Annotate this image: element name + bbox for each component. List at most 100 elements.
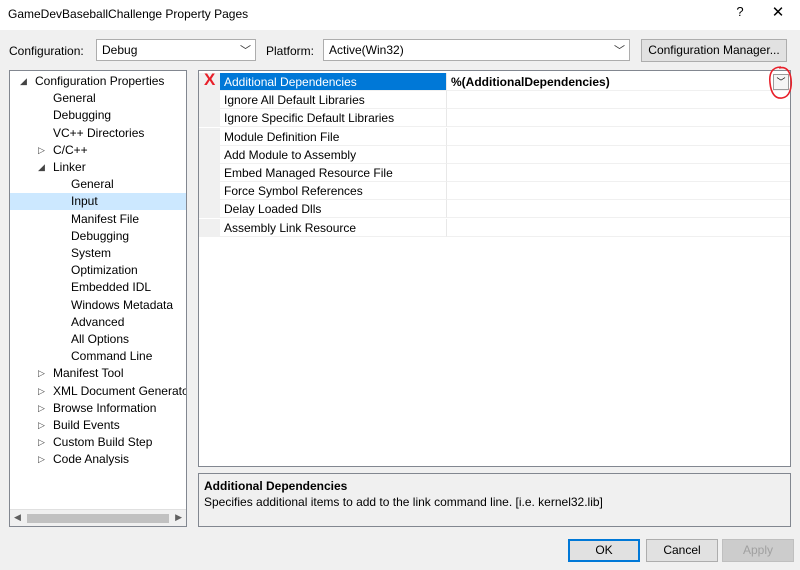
property-row[interactable]: Additional Dependencies %(AdditionalDepen… <box>199 73 790 91</box>
chevron-down-icon: ﹀ <box>614 45 625 57</box>
tree-item-label: Browse Information <box>53 400 157 415</box>
property-value[interactable] <box>446 127 790 146</box>
tree-item[interactable]: All Options <box>10 331 186 348</box>
property-name[interactable]: Embed Managed Resource File <box>220 164 446 182</box>
tree-item[interactable]: Advanced <box>10 314 186 331</box>
tree-item-label: Embedded IDL <box>71 280 152 295</box>
red-circle-annotation <box>768 66 793 99</box>
tree-item[interactable]: VC++ Directories <box>10 125 186 142</box>
collapsed-arrow-icon[interactable]: ▷ <box>38 142 45 159</box>
platform-select[interactable]: Active(Win32) ﹀ <box>323 39 630 61</box>
row-gutter <box>199 200 220 219</box>
expanded-arrow-icon[interactable]: ◢ <box>20 73 27 90</box>
tree-item[interactable]: ▷ Manifest Tool <box>10 365 186 382</box>
tree-item[interactable]: Command Line <box>10 348 186 365</box>
property-row[interactable]: Embed Managed Resource File <box>199 164 790 182</box>
property-name[interactable]: Additional Dependencies <box>220 73 446 91</box>
property-name[interactable]: Ignore Specific Default Libraries <box>220 109 446 128</box>
tree-item[interactable]: Debugging <box>10 107 186 124</box>
property-value[interactable] <box>446 164 790 182</box>
row-gutter <box>199 164 220 182</box>
property-grid[interactable]: Additional Dependencies %(AdditionalDepen… <box>198 66 793 467</box>
property-value[interactable] <box>446 182 790 201</box>
tree-item[interactable]: ◢ Configuration Properties <box>10 73 186 90</box>
configuration-value: Debug <box>102 43 138 57</box>
tree-item[interactable]: ▷ Browse Information <box>10 400 186 417</box>
configuration-label: Configuration: <box>9 44 84 58</box>
collapsed-arrow-icon[interactable]: ▷ <box>38 400 45 417</box>
property-row[interactable]: Add Module to Assembly <box>199 145 790 164</box>
property-name[interactable]: Add Module to Assembly <box>220 146 446 164</box>
property-value[interactable] <box>446 91 790 110</box>
property-row[interactable]: Module Definition File <box>199 127 790 146</box>
tree-item[interactable]: System <box>10 245 186 262</box>
property-row[interactable]: Ignore Specific Default Libraries <box>199 109 790 128</box>
tree-item-label: Optimization <box>71 263 138 278</box>
tree-item-label: XML Document Generator <box>53 383 187 398</box>
property-name[interactable]: Module Definition File <box>220 128 446 146</box>
apply-button[interactable]: Apply <box>722 539 794 562</box>
tree-item[interactable]: ▷ C/C++ <box>10 142 186 159</box>
configuration-select[interactable]: Debug ﹀ <box>96 39 256 61</box>
tree-item[interactable]: Embedded IDL <box>10 279 186 296</box>
tree-item[interactable]: ▷ Build Events <box>10 417 186 434</box>
row-gutter <box>199 91 220 110</box>
platform-value: Active(Win32) <box>329 43 404 57</box>
chevron-down-icon: ﹀ <box>240 45 251 57</box>
property-value[interactable] <box>446 145 790 164</box>
tree-item[interactable]: ▷ Custom Build Step <box>10 434 186 451</box>
tree-item-label: Manifest Tool <box>53 366 124 381</box>
tree-item-label: Linker <box>53 160 86 174</box>
scrollbar-thumb[interactable] <box>27 514 169 523</box>
property-row[interactable]: Force Symbol References <box>199 182 790 201</box>
ok-button[interactable]: OK <box>568 539 640 562</box>
tree-item[interactable]: Windows Metadata <box>10 297 186 314</box>
property-value[interactable] <box>446 218 790 237</box>
platform-label: Platform: <box>266 44 315 58</box>
expanded-arrow-icon[interactable]: ◢ <box>38 159 45 176</box>
tree-item[interactable]: General <box>10 90 186 107</box>
help-button[interactable]: ? <box>730 4 750 24</box>
row-gutter <box>199 127 220 146</box>
property-name[interactable]: Force Symbol References <box>220 182 446 201</box>
property-value[interactable]: %(AdditionalDependencies) <box>446 73 790 91</box>
row-gutter <box>199 218 220 237</box>
tree-item-label: Build Events <box>53 418 120 432</box>
tree-item[interactable]: Input <box>10 193 186 211</box>
tree-item-label: Windows Metadata <box>71 297 174 312</box>
tree-item-label: General <box>71 177 114 192</box>
tree-item[interactable]: ◢ Linker <box>10 159 186 176</box>
tree-item[interactable]: ▷ Code Analysis <box>10 451 186 468</box>
property-row[interactable]: Ignore All Default Libraries <box>199 91 790 110</box>
tree-item-label: Advanced <box>71 314 125 329</box>
property-row[interactable]: Delay Loaded Dlls <box>199 200 790 219</box>
tree-item[interactable]: Optimization <box>10 262 186 279</box>
tree-item[interactable]: Manifest File <box>10 211 186 228</box>
collapsed-arrow-icon[interactable]: ▷ <box>38 383 45 400</box>
tree-item[interactable]: General <box>10 176 186 193</box>
tree-item-label: System <box>71 246 112 260</box>
cancel-button[interactable]: Cancel <box>646 539 718 562</box>
configuration-manager-button[interactable]: Configuration Manager... <box>641 39 787 62</box>
tree-horizontal-scrollbar[interactable]: ◀ ▶ <box>10 509 186 526</box>
property-value[interactable] <box>446 200 790 219</box>
row-gutter <box>199 145 220 164</box>
property-value[interactable] <box>446 109 790 128</box>
close-button[interactable]: ✕ <box>766 3 790 25</box>
title-bar: GameDevBaseballChallenge Property Pages … <box>0 0 800 30</box>
collapsed-arrow-icon[interactable]: ▷ <box>38 434 45 451</box>
collapsed-arrow-icon[interactable]: ▷ <box>38 365 45 382</box>
property-row[interactable]: Assembly Link Resource <box>199 218 790 237</box>
collapsed-arrow-icon[interactable]: ▷ <box>38 417 45 434</box>
scroll-left-icon[interactable]: ◀ <box>14 512 21 523</box>
tree-item[interactable]: ▷ XML Document Generator <box>10 383 186 400</box>
collapsed-arrow-icon[interactable]: ▷ <box>38 451 45 468</box>
scroll-right-icon[interactable]: ▶ <box>175 512 182 523</box>
property-name[interactable]: Delay Loaded Dlls <box>220 200 446 219</box>
tree-item-label: VC++ Directories <box>53 125 145 140</box>
property-name[interactable]: Assembly Link Resource <box>220 219 446 237</box>
property-tree[interactable]: ◢ Configuration Properties General Debuggin… <box>9 70 187 527</box>
property-name[interactable]: Ignore All Default Libraries <box>220 91 446 110</box>
tree-item[interactable]: Debugging <box>10 228 186 245</box>
tree-item-label: Manifest File <box>71 211 140 226</box>
